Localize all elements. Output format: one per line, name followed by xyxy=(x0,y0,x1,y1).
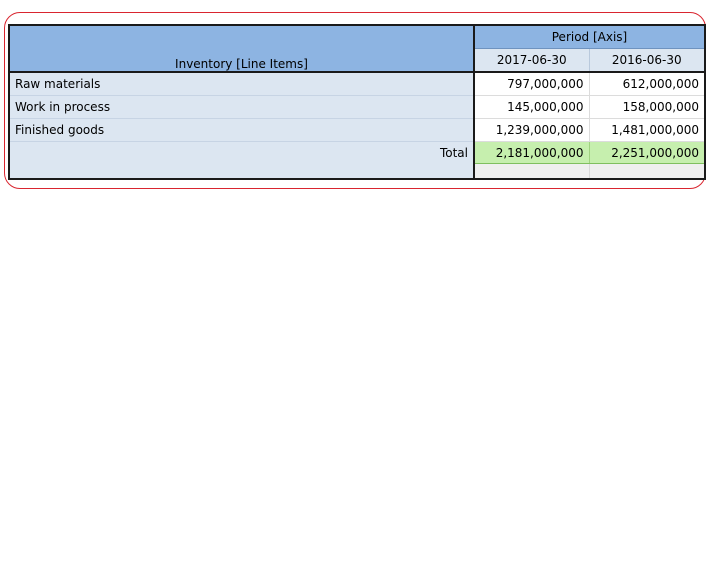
empty-row xyxy=(9,163,705,179)
table-row: Raw materials 797,000,000 612,000,000 xyxy=(9,72,705,96)
total-row: Total 2,181,000,000 2,251,000,000 xyxy=(9,141,705,164)
period-header-2016: 2016-06-30 xyxy=(589,48,705,73)
line-items-header: Inventory [Line Items] xyxy=(9,25,475,73)
period-header-2017: 2017-06-30 xyxy=(474,48,590,73)
row-value-2016: 158,000,000 xyxy=(589,95,705,119)
total-value-2016: 2,251,000,000 xyxy=(589,141,705,164)
table-row: Work in process 145,000,000 158,000,000 xyxy=(9,95,705,119)
period-axis-header: Period [Axis] xyxy=(474,25,705,49)
empty-value-cell xyxy=(474,163,590,179)
row-value-2017: 797,000,000 xyxy=(474,72,590,96)
row-label: Work in process xyxy=(9,95,475,119)
empty-label-cell xyxy=(9,163,475,179)
row-label: Raw materials xyxy=(9,72,475,96)
row-value-2017: 1,239,000,000 xyxy=(474,118,590,142)
table-row: Finished goods 1,239,000,000 1,481,000,0… xyxy=(9,118,705,142)
row-label: Finished goods xyxy=(9,118,475,142)
total-value-2017: 2,181,000,000 xyxy=(474,141,590,164)
total-label: Total xyxy=(9,141,475,164)
row-value-2016: 1,481,000,000 xyxy=(589,118,705,142)
row-value-2016: 612,000,000 xyxy=(589,72,705,96)
empty-value-cell xyxy=(589,163,705,179)
inventory-table: Inventory [Line Items] Period [Axis] 201… xyxy=(8,24,706,180)
row-value-2017: 145,000,000 xyxy=(474,95,590,119)
